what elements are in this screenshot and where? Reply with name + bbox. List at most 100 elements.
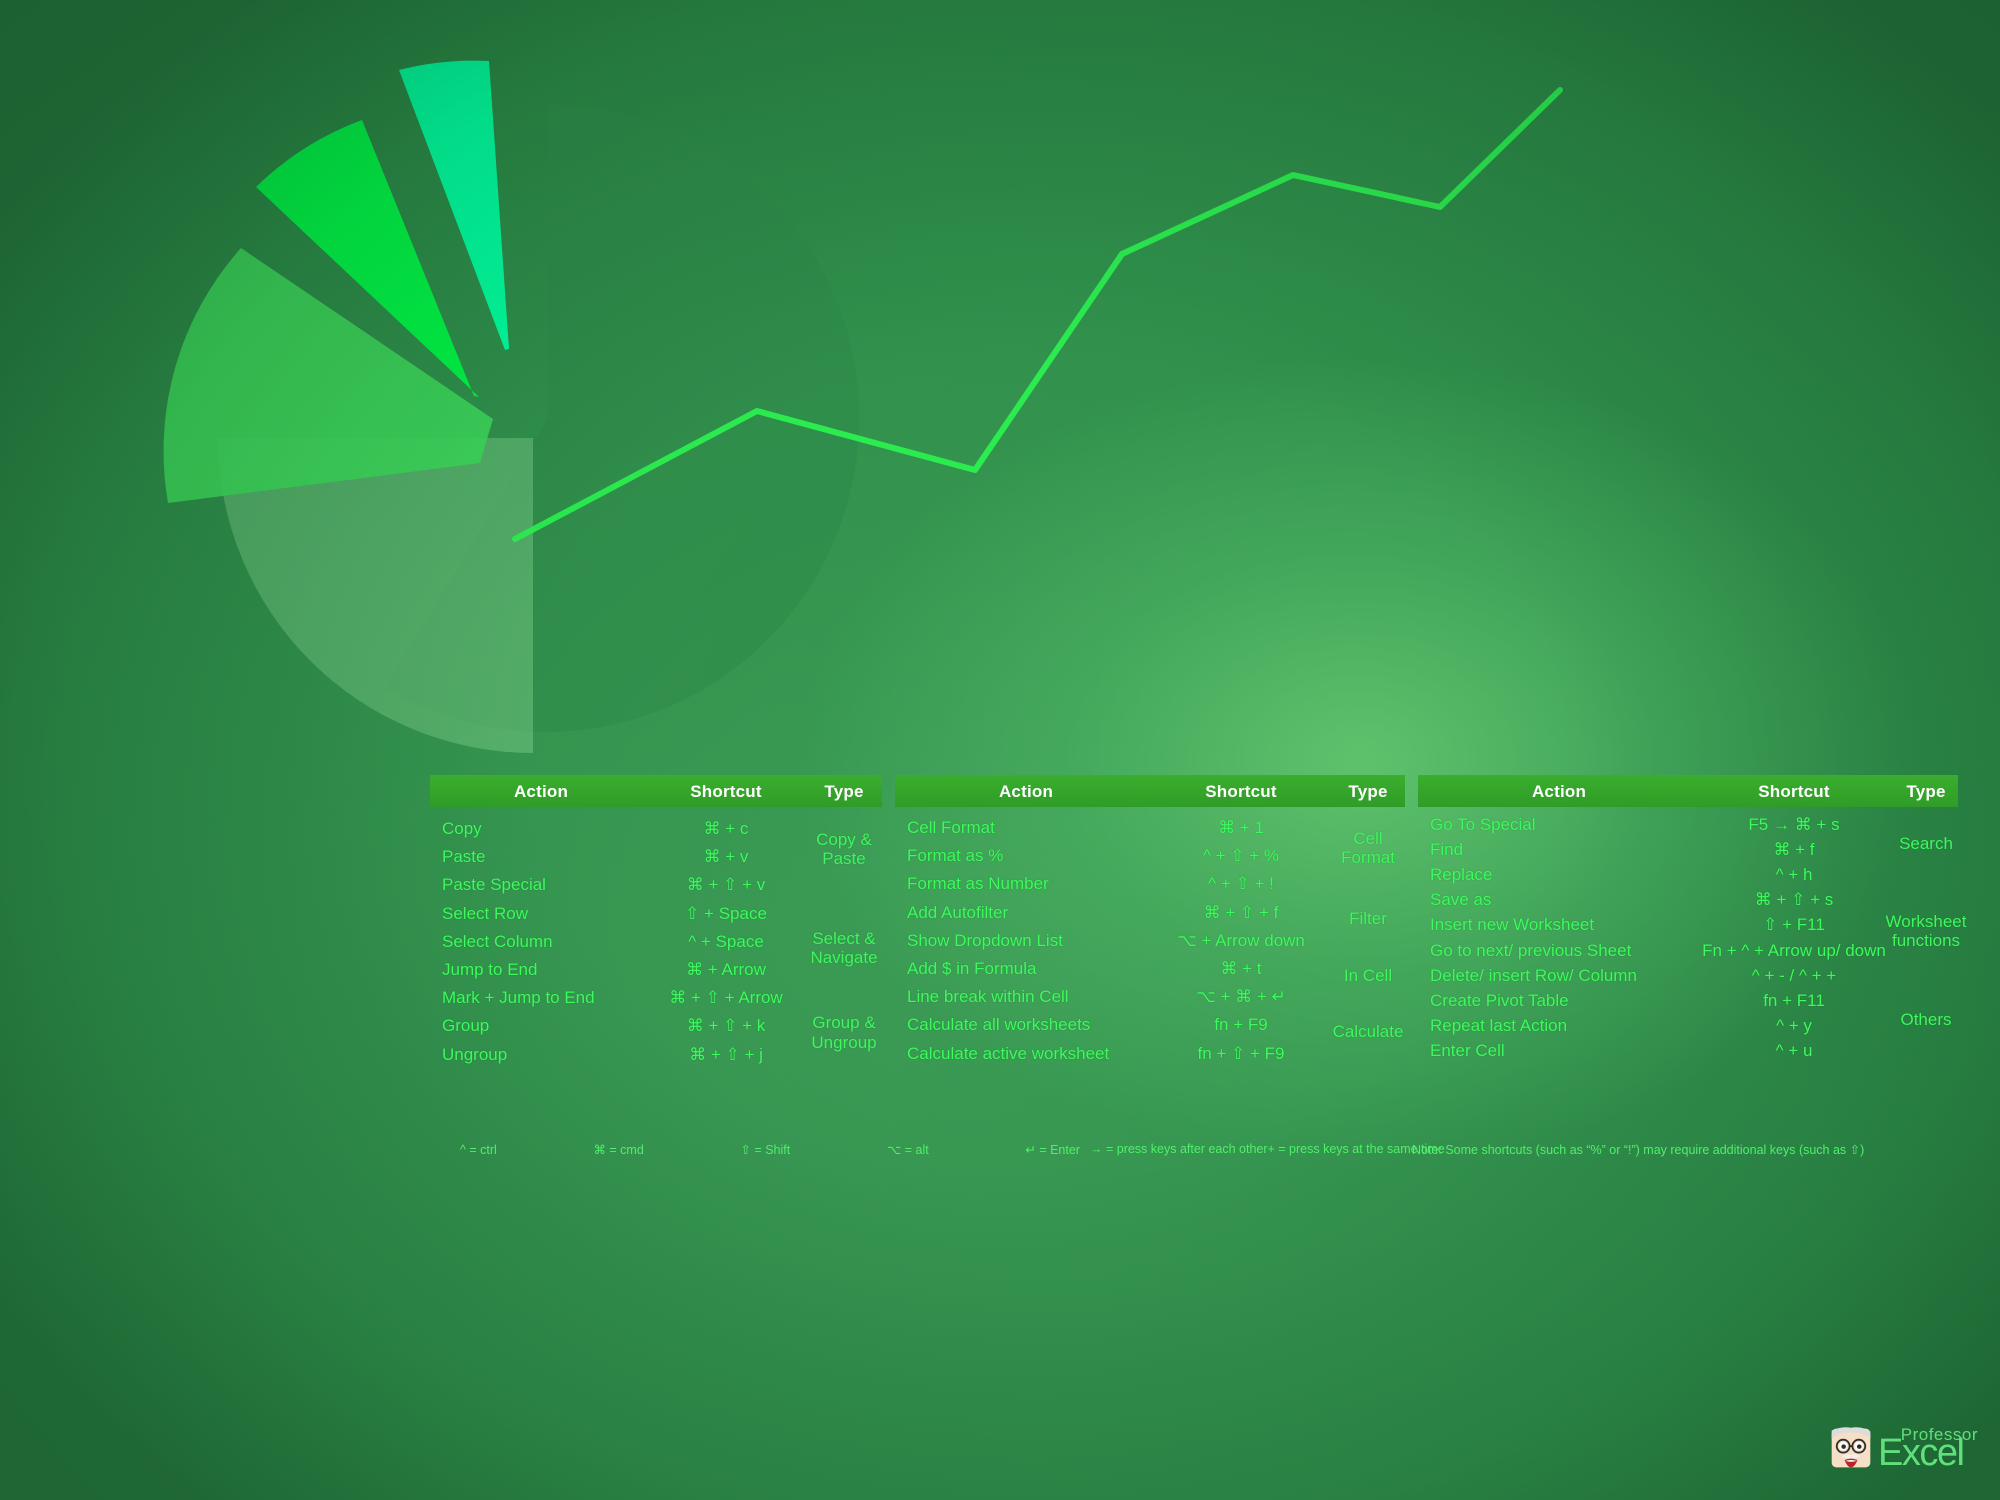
legend-item: ⌘ = cmd [593, 1143, 644, 1157]
table-body: Copy ⌘ + c Paste ⌘ + v Paste Special ⌘ + ⇧ + … [430, 815, 882, 1064]
cell-shortcut: ^ + - / ^ + + [1751, 965, 1837, 985]
table-header-row: Action Shortcut Type [895, 775, 1405, 807]
table-row: Find ⌘ + f [1418, 837, 1958, 862]
table-row: Insert new Worksheet ⇧ + F11 [1418, 913, 1958, 938]
cell-action: Ungroup [442, 1044, 508, 1064]
column-header-action: Action [513, 782, 569, 801]
cell-action: Paste [442, 847, 486, 867]
cell-shortcut: ⌘ + ⇧ + f [1203, 902, 1279, 922]
column-header-action: Action [998, 782, 1054, 801]
table-row: Calculate all worksheets fn + F9 [895, 1011, 1405, 1039]
cell-shortcut: ⌘ + 1 [1218, 818, 1264, 838]
cell-shortcut: ⌘ + f [1773, 839, 1815, 859]
cell-type-group: Worksheet functions [1886, 909, 1967, 953]
table-header-row: Action Shortcut Type [1418, 775, 1958, 807]
column-header-shortcut: Shortcut [690, 782, 762, 801]
cell-shortcut: ⌥ + Arrow down [1177, 930, 1305, 950]
modifier-key-legend-extra: → = press keys after each other + = press… [1090, 1142, 1445, 1156]
legend-item: ^ = ctrl [460, 1142, 497, 1157]
table-row: Cell Format ⌘ + 1 [895, 814, 1405, 842]
logo-excel-text: Excel [1878, 1432, 1965, 1474]
cell-shortcut: fn + ⇧ + F9 [1197, 1043, 1285, 1063]
cell-action: Calculate all worksheets [907, 1015, 1091, 1035]
professor-excel-logo: Professor Excel [1828, 1420, 1978, 1476]
cell-type-group: Filter [1331, 897, 1405, 941]
cell-shortcut: Fn + ^ + Arrow up/ down [1702, 940, 1886, 960]
cell-shortcut: ⌥ + ⌘ + ↵ [1196, 987, 1286, 1007]
cell-action: Add $ in Formula [907, 959, 1037, 979]
column-header-type: Type [824, 782, 864, 801]
cell-type-group: Others [1894, 998, 1958, 1042]
cell-shortcut: fn + F11 [1763, 990, 1825, 1010]
type-group-label: In Cell [1343, 965, 1393, 985]
cell-type-group: Copy & Paste [806, 827, 882, 871]
cell-shortcut: ⌘ + c [703, 819, 749, 839]
type-group-label: Cell Format [1341, 829, 1395, 868]
cell-action: Enter Cell [1430, 1041, 1505, 1061]
cell-type-group: Group & Ungroup [806, 1011, 882, 1055]
type-group-label: Search [1899, 833, 1953, 853]
table-row: Show Dropdown List ⌥ + Arrow down [895, 927, 1405, 955]
cell-type-group: Search [1894, 821, 1958, 865]
table-row: Replace ^ + h [1418, 862, 1958, 887]
table-row: Format as % ^ + ⇧ + % [895, 842, 1405, 870]
column-header-shortcut: Shortcut [1205, 782, 1277, 801]
cell-action: Repeat last Action [1430, 1016, 1568, 1036]
table-row: Delete/ insert Row/ Column ^ + - / ^ + + [1418, 963, 1958, 988]
cell-action: Format as Number [907, 874, 1049, 894]
cell-action: Jump to End [442, 960, 538, 980]
cell-shortcut: ^ + y [1776, 1016, 1812, 1036]
cell-action: Group [442, 1016, 490, 1036]
type-group-label: Others [1900, 1010, 1952, 1030]
cell-action: Save as [1430, 890, 1492, 910]
cell-action: Add Autofilter [907, 902, 1009, 922]
legend-item: ⇧ = Shift [740, 1143, 791, 1157]
cell-action: Paste Special [442, 875, 546, 895]
cell-action: Go To Special [1430, 814, 1536, 834]
type-group-label: Select & Navigate [810, 928, 878, 967]
table-row: Repeat last Action ^ + y [1418, 1014, 1958, 1039]
cell-shortcut: F5 → ⌘ + s [1748, 814, 1840, 834]
table-row: Line break within Cell ⌥ + ⌘ + ↵ [895, 983, 1405, 1011]
cell-action: Line break within Cell [907, 987, 1069, 1007]
cell-shortcut: ⌘ + ⇧ + s [1754, 890, 1834, 910]
table-row: Calculate active worksheet fn + ⇧ + F9 [895, 1040, 1405, 1068]
cell-shortcut: ^ + u [1775, 1041, 1813, 1061]
table-row: Add Autofilter ⌘ + ⇧ + f [895, 899, 1405, 927]
cell-action: Mark + Jump to End [442, 988, 595, 1008]
cell-type-group: In Cell [1331, 953, 1405, 997]
cell-shortcut: ⌘ + ⇧ + Arrow [669, 988, 783, 1008]
cell-shortcut: ⌘ + ⇧ + k [686, 1016, 766, 1036]
table-row: Enter Cell ^ + u [1418, 1039, 1958, 1064]
professor-face-icon [1831, 1427, 1871, 1468]
column-header-shortcut: Shortcut [1758, 782, 1830, 801]
table-body: Go To Special F5 → ⌘ + s Find ⌘ + f Replace ^… [1418, 812, 1966, 1061]
cell-type-group: Select & Navigate [806, 926, 882, 970]
legend-item: ⌥ = alt [886, 1143, 929, 1157]
cell-shortcut: ⌘ + v [703, 847, 749, 867]
cell-shortcut: ^ + Space [688, 931, 764, 951]
cell-shortcut: ^ + ⇧ + % [1202, 846, 1280, 866]
table-header-row: Action Shortcut Type [430, 775, 882, 807]
cell-action: Select Column [442, 931, 553, 951]
cell-shortcut: ⌘ + t [1220, 959, 1262, 979]
table-row: Save as ⌘ + ⇧ + s [1418, 888, 1958, 913]
cell-action: Cell Format [907, 818, 995, 838]
cell-shortcut: ⌘ + ⇧ + v [686, 875, 766, 895]
cell-action: Select Row [442, 903, 528, 923]
cell-action: Go to next/ previous Sheet [1430, 940, 1632, 960]
cell-shortcut: ^ + h [1775, 864, 1813, 884]
cell-action: Create Pivot Table [1430, 990, 1569, 1010]
table-row: Paste Special ⌘ + ⇧ + v [430, 871, 882, 899]
cell-action: Delete/ insert Row/ Column [1430, 965, 1637, 985]
cell-action: Copy [442, 819, 482, 839]
table-row: Mark + Jump to End ⌘ + ⇧ + Arrow [430, 984, 882, 1012]
table-body: Cell Format ⌘ + 1 Format as % ^ + ⇧ + % Form… [895, 814, 1405, 1063]
shortcut-tables: Action Shortcut Type Copy ⌘ + c Paste ⌘ + v Pas… [0, 0, 2000, 1500]
type-group-label: Copy & Paste [816, 830, 872, 869]
cell-type-group: Cell Format [1331, 826, 1405, 870]
table-row: Select Row ⇧ + Space [430, 900, 882, 928]
column-header-action: Action [1531, 782, 1587, 801]
cell-action: Format as % [907, 846, 1004, 866]
column-header-type: Type [1348, 782, 1388, 801]
